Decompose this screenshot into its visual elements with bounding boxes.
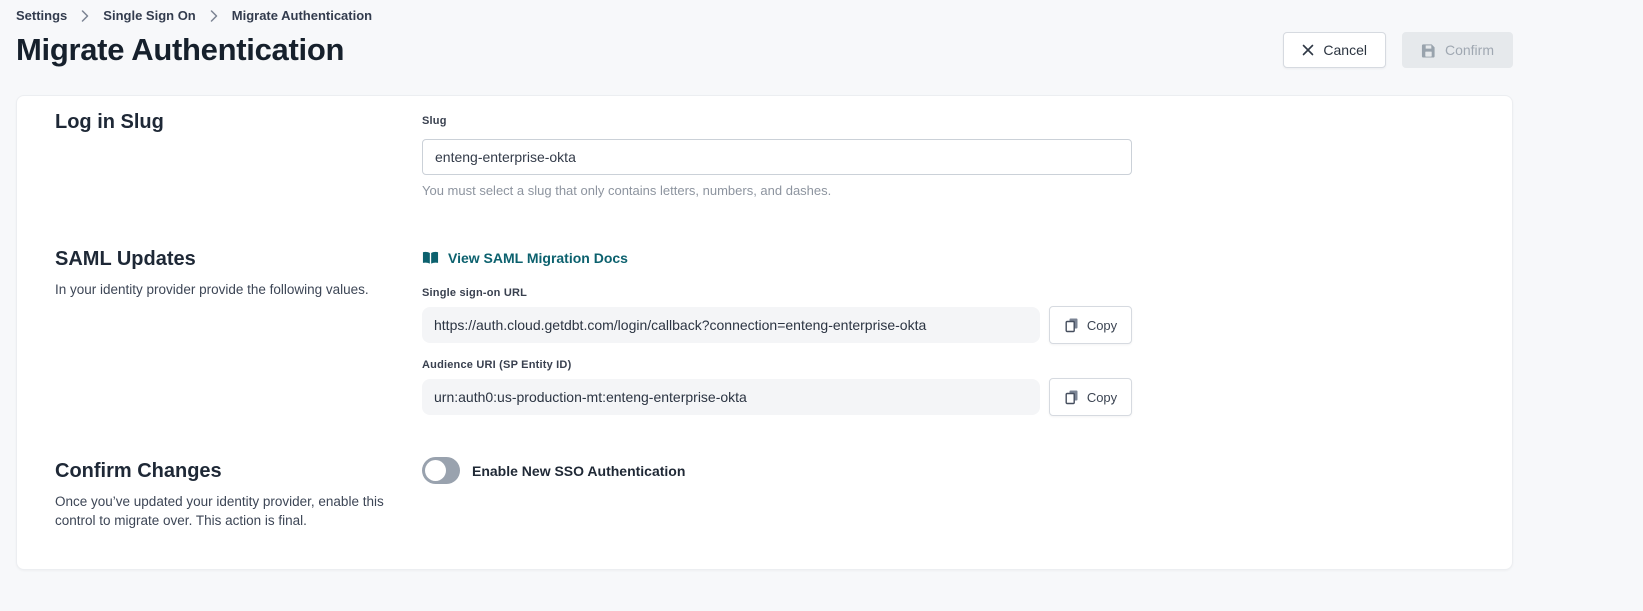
breadcrumb-single-sign-on[interactable]: Single Sign On — [103, 8, 195, 23]
confirm-changes-section: Confirm Changes Once you’ve updated your… — [55, 460, 1474, 530]
save-icon — [1421, 43, 1436, 58]
confirm-changes-left: Confirm Changes Once you’ve updated your… — [55, 460, 422, 530]
header-actions: Cancel Confirm — [1283, 32, 1513, 68]
cancel-button-label: Cancel — [1323, 42, 1367, 58]
copy-icon — [1064, 389, 1080, 405]
confirm-changes-description: Once you’ve updated your identity provid… — [55, 492, 385, 530]
audience-uri-copy-button[interactable]: Copy — [1049, 378, 1132, 416]
slug-input[interactable] — [422, 139, 1132, 175]
confirm-changes-heading: Confirm Changes — [55, 460, 422, 483]
x-icon — [1302, 44, 1314, 56]
sso-url-copy-button[interactable]: Copy — [1049, 306, 1132, 344]
sso-url-row: https://auth.cloud.getdbt.com/login/call… — [422, 307, 1132, 344]
sso-url-label: Single sign-on URL — [422, 287, 1132, 299]
confirm-changes-form: Enable New SSO Authentication — [422, 460, 1132, 530]
login-slug-left: Log in Slug — [55, 111, 422, 198]
saml-updates-description: In your identity provider provide the fo… — [55, 280, 385, 299]
saml-updates-left: SAML Updates In your identity provider p… — [55, 248, 422, 416]
toggle-knob — [425, 460, 446, 481]
sso-toggle-row: Enable New SSO Authentication — [422, 457, 1132, 484]
cancel-button[interactable]: Cancel — [1283, 32, 1386, 68]
enable-sso-toggle-label: Enable New SSO Authentication — [472, 463, 685, 479]
breadcrumb-current: Migrate Authentication — [232, 8, 372, 23]
chevron-right-icon — [81, 10, 89, 22]
login-slug-form: Slug You must select a slug that only co… — [422, 111, 1132, 198]
saml-updates-section: SAML Updates In your identity provider p… — [55, 248, 1474, 416]
audience-uri-row: urn:auth0:us-production-mt:enteng-enterp… — [422, 379, 1132, 416]
copy-button-label: Copy — [1087, 318, 1117, 333]
copy-icon — [1064, 317, 1080, 333]
sso-url-field: Single sign-on URL https://auth.cloud.ge… — [422, 287, 1132, 344]
saml-updates-form: View SAML Migration Docs Single sign-on … — [422, 248, 1132, 416]
audience-uri-field: Audience URI (SP Entity ID) urn:auth0:us… — [422, 359, 1132, 416]
breadcrumb: Settings Single Sign On Migrate Authenti… — [16, 0, 1513, 23]
breadcrumb-settings[interactable]: Settings — [16, 8, 67, 23]
login-slug-section: Log in Slug Slug You must select a slug … — [55, 111, 1474, 198]
audience-uri-label: Audience URI (SP Entity ID) — [422, 359, 1132, 371]
confirm-button[interactable]: Confirm — [1402, 32, 1513, 68]
docs-link-label: View SAML Migration Docs — [448, 250, 628, 266]
sso-url-value: https://auth.cloud.getdbt.com/login/call… — [422, 307, 1040, 343]
page-title: Migrate Authentication — [16, 32, 344, 68]
login-slug-heading: Log in Slug — [55, 111, 422, 134]
chevron-right-icon — [210, 10, 218, 22]
migrate-authentication-card: Log in Slug Slug You must select a slug … — [16, 95, 1513, 570]
saml-updates-heading: SAML Updates — [55, 248, 422, 271]
slug-help-text: You must select a slug that only contain… — [422, 183, 1132, 198]
slug-label: Slug — [422, 115, 447, 127]
page-container: Settings Single Sign On Migrate Authenti… — [16, 0, 1513, 570]
copy-button-label: Copy — [1087, 390, 1117, 405]
book-icon — [422, 251, 439, 265]
page-header: Migrate Authentication Cancel Confirm — [16, 32, 1513, 68]
audience-uri-value: urn:auth0:us-production-mt:enteng-enterp… — [422, 379, 1040, 415]
confirm-button-label: Confirm — [1445, 42, 1494, 58]
enable-sso-toggle[interactable] — [422, 457, 460, 484]
view-saml-migration-docs-link[interactable]: View SAML Migration Docs — [422, 250, 628, 266]
